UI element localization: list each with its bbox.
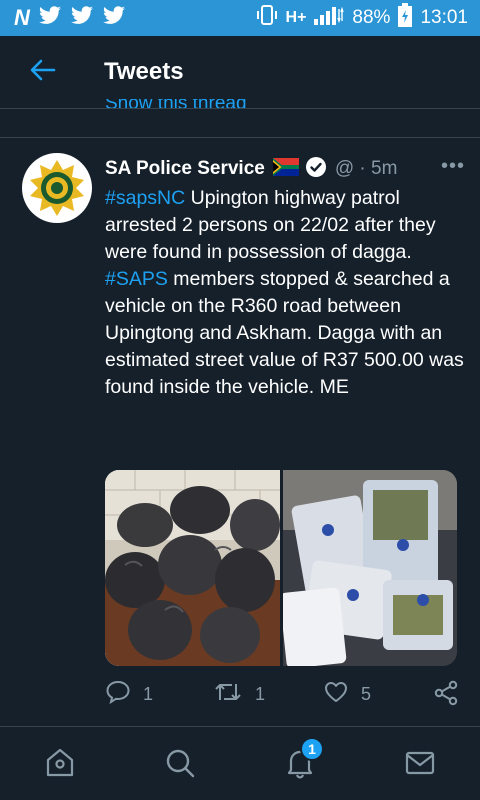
hashtag-link[interactable]: #sapsNC: [105, 187, 185, 209]
section-divider: [0, 137, 480, 138]
network-type: H+: [285, 9, 307, 26]
reply-count: 1: [143, 684, 154, 704]
share-button[interactable]: [433, 680, 459, 711]
dagga-bags-photo-icon: [105, 470, 280, 666]
more-options-button[interactable]: •••: [441, 155, 465, 178]
twitter-icon: [102, 5, 126, 31]
battery-icon: [398, 3, 413, 33]
reply-button[interactable]: 1: [105, 680, 153, 709]
tweet-time: · 5m: [359, 158, 398, 179]
tweet-photo[interactable]: [105, 470, 280, 666]
evidence-bags-photo-icon: [283, 470, 457, 666]
status-system-icons: H+ 88% 13:01: [256, 3, 468, 33]
like-button[interactable]: 5: [323, 680, 371, 709]
back-arrow-icon: [30, 59, 56, 86]
n-app-icon: N: [14, 5, 30, 30]
tweet-text: #sapsNC Upington highway patrol arrested…: [105, 185, 465, 401]
bottom-navigation: 1: [0, 727, 480, 800]
avatar[interactable]: [22, 153, 92, 223]
author-name[interactable]: SA Police Service: [105, 158, 265, 180]
page-title: Tweets: [104, 58, 184, 85]
battery-percent: 88%: [352, 7, 391, 28]
nav-home[interactable]: [40, 745, 80, 785]
nav-search[interactable]: [160, 745, 200, 785]
clock: 13:01: [420, 7, 468, 28]
share-icon: [433, 680, 459, 711]
status-notification-icons: N: [14, 5, 126, 31]
twitter-icon: [70, 5, 94, 31]
nav-messages[interactable]: [400, 745, 440, 785]
reply-icon: [105, 680, 131, 709]
verified-badge-icon: [305, 156, 327, 183]
status-bar: N H+ 88% 13:01: [0, 0, 480, 36]
vibrate-icon: [256, 4, 278, 32]
author-handle: @ · 5m: [334, 158, 398, 179]
tweet-header: SA Police Service @ · 5m •••: [105, 155, 465, 183]
retweet-icon: [213, 680, 243, 709]
messages-icon: [403, 746, 437, 785]
heart-icon: [323, 680, 349, 709]
retweet-button[interactable]: 1: [213, 680, 265, 709]
tweet-media[interactable]: [105, 470, 457, 666]
south-africa-flag-icon: [272, 157, 299, 181]
home-icon: [43, 746, 77, 785]
signal-icon: [314, 5, 345, 31]
search-icon: [163, 746, 197, 785]
section-gap: [0, 109, 480, 137]
retweet-count: 1: [255, 684, 266, 704]
notifications-badge: 1: [300, 737, 324, 761]
top-app-bar: Tweets: [0, 36, 480, 108]
back-button[interactable]: [0, 36, 86, 108]
hashtag-link[interactable]: #SAPS: [105, 268, 168, 290]
saps-logo-icon: [30, 160, 84, 216]
twitter-icon: [38, 5, 62, 31]
like-count: 5: [361, 684, 372, 704]
tweet-actions: 1 1 5: [105, 680, 465, 710]
tweet-photo[interactable]: [283, 470, 457, 666]
